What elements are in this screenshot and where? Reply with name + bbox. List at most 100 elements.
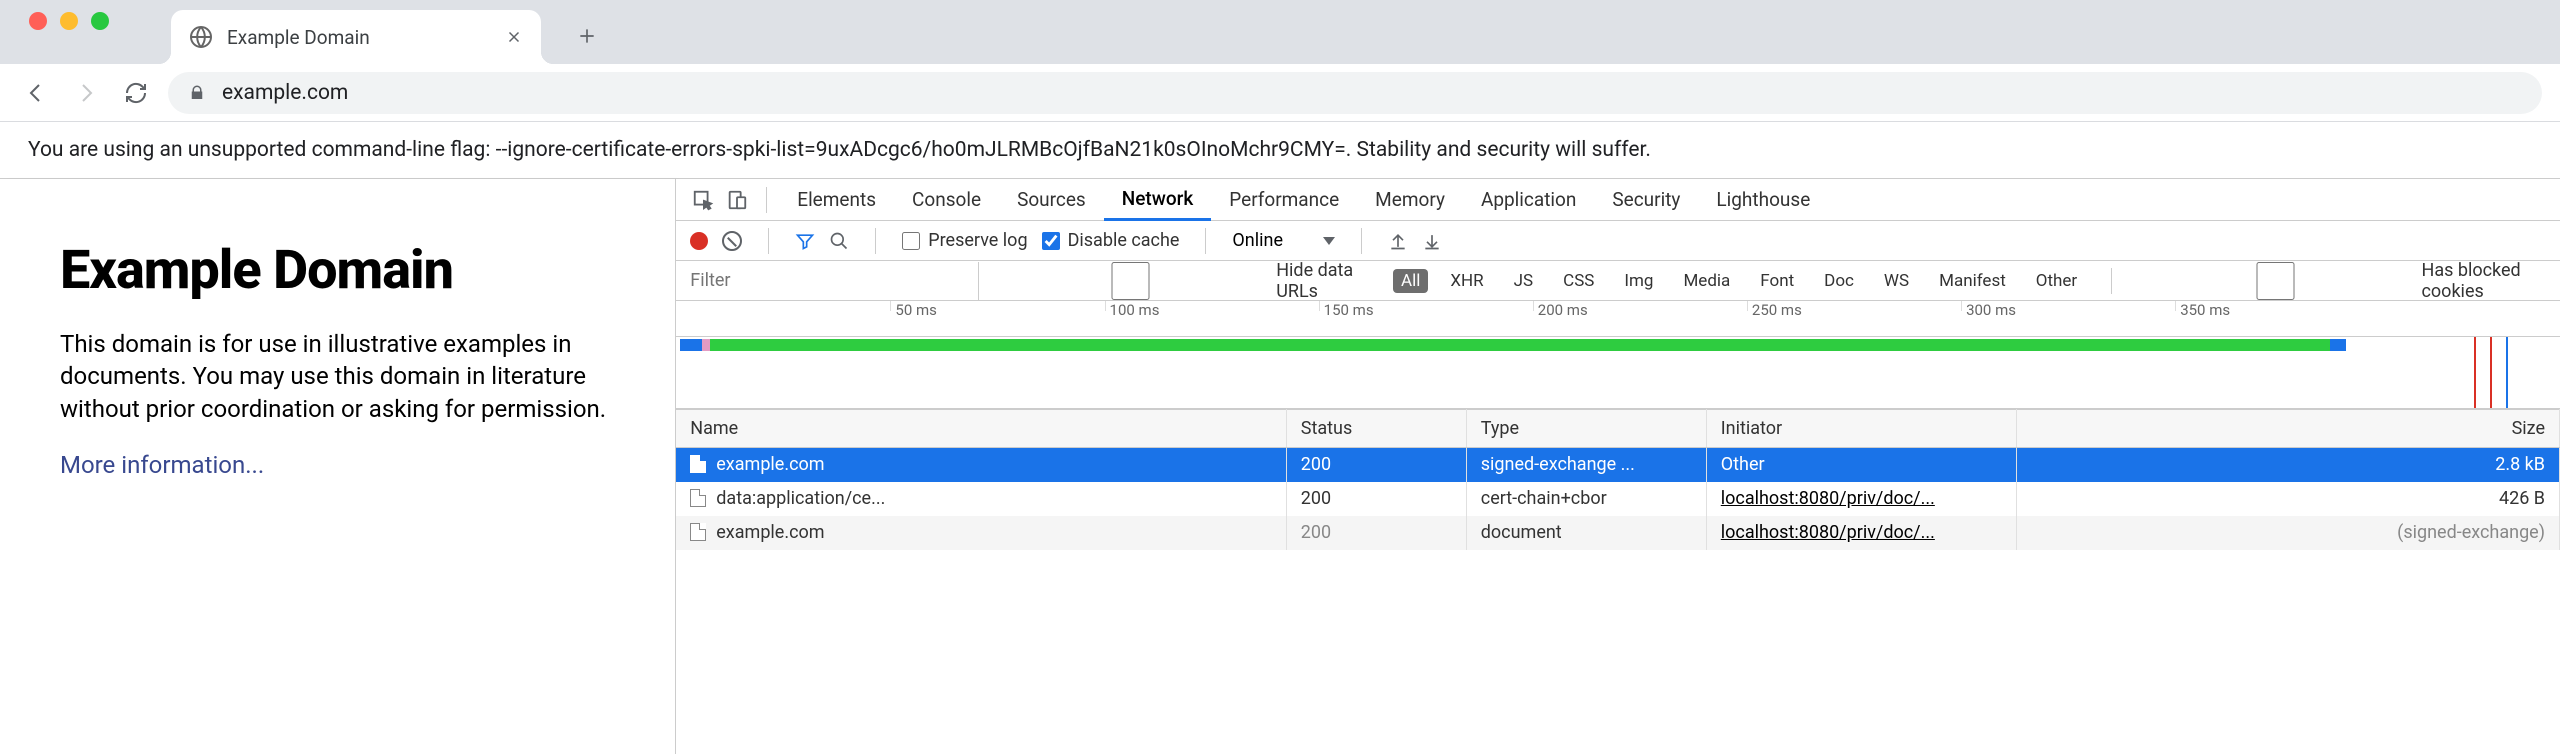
filter-pill-ws[interactable]: WS (1876, 269, 1917, 293)
separator (768, 228, 769, 254)
request-row[interactable]: example.com200signed-exchange ...Other2.… (676, 448, 2559, 482)
column-header-initiator[interactable]: Initiator (1706, 410, 2016, 448)
separator (1205, 228, 1206, 254)
overview-bar (702, 339, 710, 351)
devtools-tab-strip: ElementsConsoleSourcesNetworkPerformance… (676, 179, 2560, 221)
overview-marker (2474, 337, 2476, 408)
browser-tab[interactable]: Example Domain (171, 10, 541, 64)
has-blocked-cookies-input[interactable] (2138, 262, 2413, 300)
overview-marker (2490, 337, 2492, 408)
cell: 426 B (2016, 482, 2559, 516)
column-header-name[interactable]: Name (676, 410, 1286, 448)
filter-pill-other[interactable]: Other (2028, 269, 2085, 293)
chevron-down-icon (1323, 237, 1335, 245)
has-blocked-cookies-label: Has blocked cookies (2421, 260, 2560, 302)
filter-icon[interactable] (795, 231, 815, 251)
devtools-tab-network[interactable]: Network (1104, 179, 1212, 221)
infobar-warning: You are using an unsupported command-lin… (0, 122, 2560, 179)
cell: 2.8 kB (2016, 448, 2559, 482)
file-icon (690, 455, 706, 473)
disable-cache-input[interactable] (1042, 232, 1060, 250)
timeline-tick: 350 ms (2175, 301, 2230, 311)
preserve-log-input[interactable] (902, 232, 920, 250)
close-icon[interactable] (505, 28, 523, 46)
timeline-tick: 200 ms (1533, 301, 1588, 311)
request-row[interactable]: data:application/ce...200cert-chain+cbor… (676, 482, 2559, 516)
filter-pill-img[interactable]: Img (1616, 269, 1661, 293)
cell: cert-chain+cbor (1466, 482, 1706, 516)
window-close-button[interactable] (29, 12, 47, 30)
throttling-select[interactable]: Online (1232, 230, 1335, 251)
network-toolbar: Preserve log Disable cache Online (676, 221, 2560, 261)
network-overview[interactable] (676, 337, 2560, 409)
record-button[interactable] (690, 232, 708, 250)
forward-button[interactable] (68, 75, 104, 111)
disable-cache-checkbox[interactable]: Disable cache (1042, 230, 1180, 251)
devtools-tab-console[interactable]: Console (894, 179, 999, 221)
back-button[interactable] (18, 75, 54, 111)
filter-pill-doc[interactable]: Doc (1816, 269, 1862, 293)
cell: signed-exchange ... (1466, 448, 1706, 482)
filter-pill-xhr[interactable]: XHR (1442, 269, 1491, 293)
devtools-tab-performance[interactable]: Performance (1211, 179, 1357, 221)
filter-input[interactable] (676, 262, 979, 300)
devtools-tab-application[interactable]: Application (1463, 179, 1594, 221)
cell: localhost:8080/priv/doc/... (1706, 482, 2016, 516)
download-har-icon[interactable] (1422, 231, 1442, 251)
request-row[interactable]: example.com200documentlocalhost:8080/pri… (676, 516, 2559, 550)
filter-pill-font[interactable]: Font (1752, 269, 1802, 293)
clear-button[interactable] (722, 231, 742, 251)
devtools-tab-memory[interactable]: Memory (1357, 179, 1463, 221)
inspect-element-button[interactable] (686, 183, 720, 217)
network-filter-bar: Hide data URLs All XHR JS CSS Img Media Font Do… (676, 261, 2560, 301)
filter-pill-css[interactable]: CSS (1555, 269, 1602, 293)
initiator-link[interactable]: localhost:8080/priv/doc/... (1721, 488, 1935, 509)
page-paragraph: This domain is for use in illustrative e… (60, 328, 635, 425)
cell: 200 (1286, 516, 1466, 550)
devtools-tab-elements[interactable]: Elements (779, 179, 894, 221)
lock-icon (188, 84, 206, 102)
filter-pill-media[interactable]: Media (1675, 269, 1738, 293)
devtools-tab-security[interactable]: Security (1594, 179, 1698, 221)
filter-pill-manifest[interactable]: Manifest (1931, 269, 2014, 293)
hide-data-urls-checkbox[interactable]: Hide data URLs (993, 260, 1379, 302)
column-header-status[interactable]: Status (1286, 410, 1466, 448)
hide-data-urls-label: Hide data URLs (1276, 260, 1379, 302)
preserve-log-checkbox[interactable]: Preserve log (902, 230, 1027, 251)
more-info-link[interactable]: More information... (60, 451, 264, 479)
tab-title: Example Domain (227, 26, 505, 49)
reload-button[interactable] (118, 75, 154, 111)
devtools-tab-lighthouse[interactable]: Lighthouse (1698, 179, 1828, 221)
cell: example.com (676, 448, 1286, 482)
address-bar[interactable]: example.com (168, 72, 2542, 114)
preserve-log-label: Preserve log (928, 230, 1027, 251)
column-header-size[interactable]: Size (2016, 410, 2559, 448)
page-heading: Example Domain (60, 239, 635, 302)
timeline-tick: 250 ms (1747, 301, 1802, 311)
separator (766, 187, 767, 213)
filter-pill-js[interactable]: JS (1506, 269, 1541, 293)
upload-har-icon[interactable] (1388, 231, 1408, 251)
device-toolbar-button[interactable] (720, 183, 754, 217)
has-blocked-cookies-checkbox[interactable]: Has blocked cookies (2138, 260, 2560, 302)
initiator-link[interactable]: localhost:8080/priv/doc/... (1721, 522, 1935, 543)
search-icon[interactable] (829, 231, 849, 251)
cell: document (1466, 516, 1706, 550)
devtools-tab-sources[interactable]: Sources (999, 179, 1104, 221)
file-icon (690, 523, 706, 541)
window-minimize-button[interactable] (60, 12, 78, 30)
network-timeline-ruler[interactable]: 50 ms100 ms150 ms200 ms250 ms300 ms350 m… (676, 301, 2560, 337)
cell: data:application/ce... (676, 482, 1286, 516)
file-icon (690, 489, 706, 507)
window-zoom-button[interactable] (91, 12, 109, 30)
new-tab-button[interactable] (565, 14, 609, 58)
filter-pill-all[interactable]: All (1393, 269, 1428, 293)
separator (2111, 268, 2112, 294)
cell: 200 (1286, 482, 1466, 516)
table-header-row: NameStatusTypeInitiatorSize (676, 410, 2559, 448)
timeline-tick: 50 ms (890, 301, 936, 311)
hide-data-urls-input[interactable] (993, 262, 1268, 300)
column-header-type[interactable]: Type (1466, 410, 1706, 448)
workspace: Example Domain This domain is for use in… (0, 179, 2560, 754)
throttling-value: Online (1232, 230, 1283, 251)
